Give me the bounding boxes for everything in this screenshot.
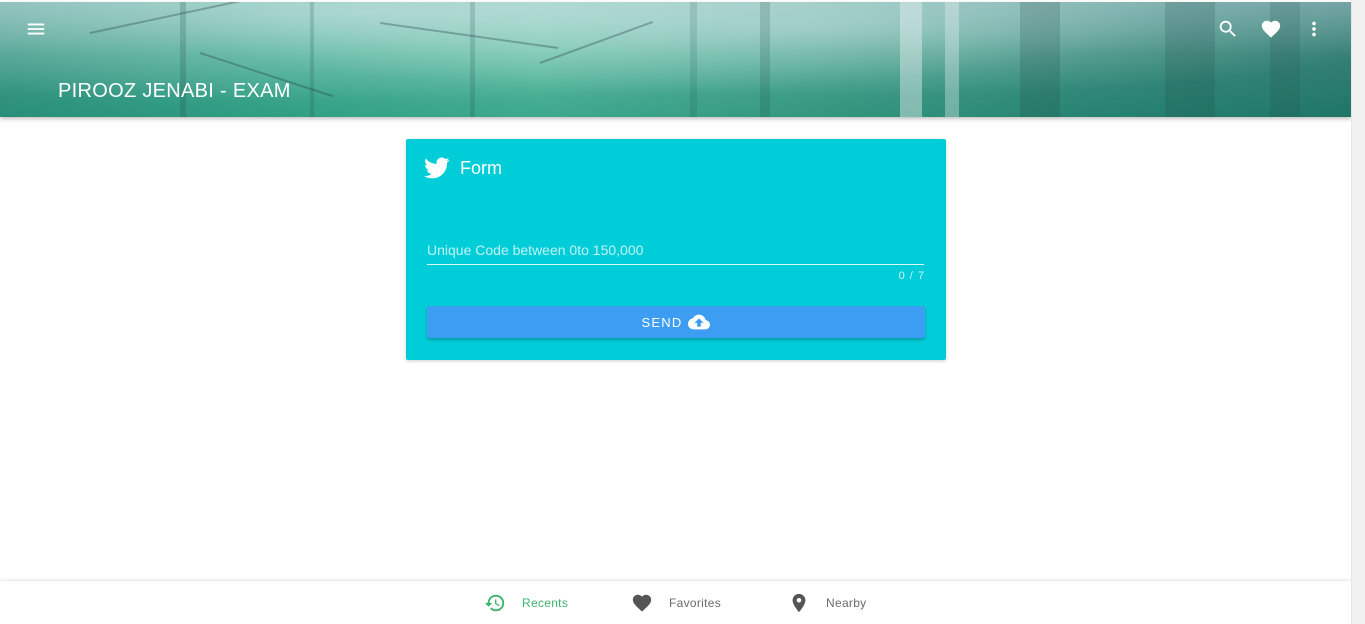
- forest-tree: [310, 2, 314, 117]
- nav-label-favorites: Favorites: [669, 596, 722, 610]
- unique-code-input[interactable]: [427, 239, 924, 265]
- history-icon: [484, 594, 505, 612]
- nav-item-nearby[interactable]: Nearby: [788, 581, 866, 624]
- nav-label-recents: Recents: [522, 596, 569, 610]
- forest-tree: [945, 2, 959, 117]
- forest-tree: [1020, 2, 1060, 117]
- send-button-label: SEND: [641, 314, 683, 330]
- code-field: [427, 239, 924, 265]
- card-title: Form: [460, 157, 502, 178]
- send-button[interactable]: SEND: [427, 306, 925, 338]
- forest-tree: [900, 2, 922, 117]
- heart-icon[interactable]: [1258, 16, 1284, 42]
- page-scrollbar[interactable]: [1351, 0, 1365, 624]
- twitter-icon: [424, 157, 450, 179]
- heart-icon: [632, 594, 652, 612]
- forest-tree: [690, 2, 697, 117]
- bottom-navigation: Recents Favorites Nearby: [0, 580, 1351, 624]
- cloud-upload-icon: [688, 314, 711, 330]
- app-bar: PIROOZ JENABI - EXAM: [0, 2, 1351, 117]
- location-pin-icon: [792, 593, 806, 613]
- nav-item-favorites[interactable]: Favorites: [631, 581, 721, 624]
- page-title: PIROOZ JENABI - EXAM: [58, 80, 291, 102]
- forest-tree: [1165, 2, 1215, 117]
- menu-icon[interactable]: [23, 16, 49, 42]
- nav-item-recents[interactable]: Recents: [484, 581, 568, 624]
- forest-tree: [470, 2, 475, 117]
- card-header: Form: [422, 155, 502, 181]
- forest-tree: [760, 2, 770, 117]
- character-counter: 0 / 7: [898, 270, 925, 282]
- search-icon[interactable]: [1215, 16, 1241, 42]
- form-card: Form 0 / 7 SEND: [406, 139, 946, 360]
- nav-label-nearby: Nearby: [826, 596, 867, 610]
- more-vert-icon[interactable]: [1301, 16, 1327, 42]
- app-page: PIROOZ JENABI - EXAM Form 0 / 7 SEND Rec…: [0, 0, 1365, 624]
